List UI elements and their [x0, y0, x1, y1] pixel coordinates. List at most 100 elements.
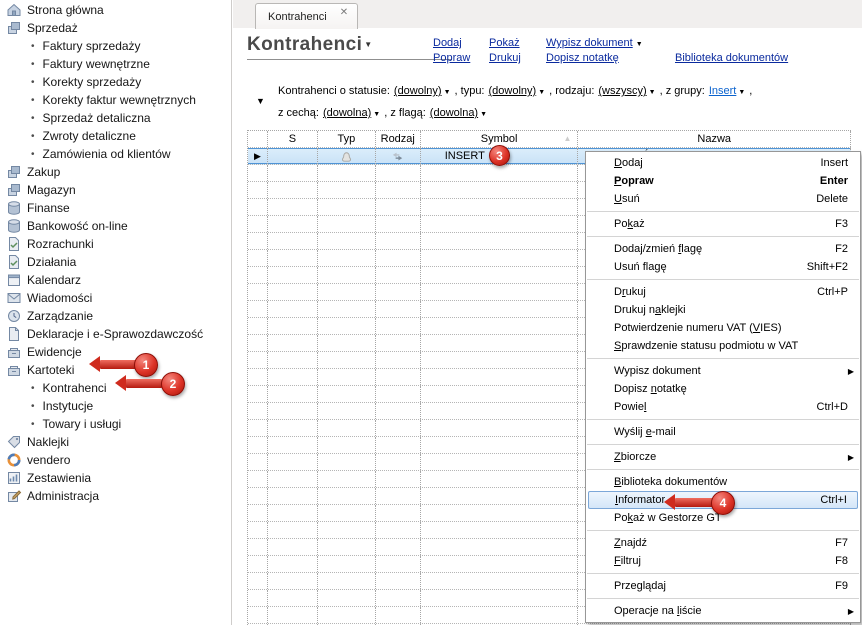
filter-dropdown-dowolna[interactable]: (dowolna) ▼	[430, 107, 487, 119]
sidebar-item-vendero[interactable]: vendero	[0, 451, 231, 469]
sidebar-item-label: Instytucje	[42, 399, 94, 413]
menu-item-informator[interactable]: Informator Ctrl+I	[588, 491, 858, 509]
menu-item-pokaz[interactable]: Pokaż F3	[586, 215, 860, 233]
chevron-down-icon: ▼	[373, 111, 381, 118]
menu-item-powiel[interactable]: Powiel Ctrl+D	[586, 398, 860, 416]
column-header-s[interactable]: S	[267, 131, 318, 147]
sidebar-item-sprzedaz[interactable]: Sprzedaż	[0, 19, 231, 37]
empty-cell	[268, 590, 318, 606]
sidebar-item-ewidencje[interactable]: Ewidencje	[0, 343, 231, 361]
empty-cell	[376, 420, 421, 436]
menu-item-drukuj-naklejki[interactable]: Drukuj naklejki	[586, 301, 860, 319]
toolbar-link-pokaz[interactable]: Pokaż	[489, 36, 546, 51]
menu-item-drukuj[interactable]: Drukuj Ctrl+P	[586, 283, 860, 301]
sidebar-item-zestawienia[interactable]: Zestawienia	[0, 469, 231, 487]
filter-dropdown-dowolny[interactable]: (dowolny) ▼	[394, 85, 451, 97]
empty-cell	[376, 250, 421, 266]
column-header-marker[interactable]	[248, 131, 268, 147]
menu-item-dodaj-zmien-flage[interactable]: Dodaj/zmień flagę F2	[586, 240, 860, 258]
column-header-typ[interactable]: Typ	[317, 131, 376, 147]
filter-dropdown-dowolny[interactable]: (dowolny) ▼	[489, 85, 546, 97]
filter-toggle-icon[interactable]: ▼	[256, 96, 265, 106]
column-header-rodzaj[interactable]: Rodzaj	[375, 131, 421, 147]
menu-item-zbiorcze[interactable]: Zbiorcze ▶	[586, 448, 860, 466]
sidebar-item-strona-glowna[interactable]: Strona główna	[0, 1, 231, 19]
menu-item-filtruj[interactable]: Filtruj F8	[586, 552, 860, 570]
page-title[interactable]: Kontrahenci ▼	[247, 34, 452, 60]
sidebar-item-korekty-sprzedazy[interactable]: • Korekty sprzedaży	[0, 73, 231, 91]
sidebar-item-zwroty-detaliczne[interactable]: • Zwroty detaliczne	[0, 127, 231, 145]
sidebar-item-kontrahenci[interactable]: • Kontrahenci	[0, 379, 231, 397]
sidebar-item-kartoteki[interactable]: Kartoteki	[0, 361, 231, 379]
sidebar-item-faktury-sprzedazy[interactable]: • Faktury sprzedaży	[0, 37, 231, 55]
sidebar-item-naklejki[interactable]: Naklejki	[0, 433, 231, 451]
empty-cell	[248, 199, 268, 215]
empty-cell	[248, 454, 268, 470]
filter-dropdown-dowolna[interactable]: (dowolna) ▼	[323, 107, 380, 119]
menu-item-pokaz-w-gestorze-gt[interactable]: Pokaż w Gestorze GT	[586, 509, 860, 527]
purchase-icon	[6, 164, 22, 180]
sidebar-item-faktury-wewnetrzne[interactable]: • Faktury wewnętrzne	[0, 55, 231, 73]
menu-item-popraw[interactable]: Popraw Enter	[586, 172, 860, 190]
sidebar-item-wiadomosci[interactable]: Wiadomości	[0, 289, 231, 307]
menu-item-wyslij-e-mail[interactable]: Wyślij e-mail	[586, 423, 860, 441]
sidebar-item-administracja[interactable]: Administracja	[0, 487, 231, 505]
toolbar-link-dodaj[interactable]: Dodaj	[433, 36, 489, 51]
chevron-down-icon: ▼	[648, 89, 656, 96]
menu-item-potwierdzenie-numeru-vat-vies[interactable]: Potwierdzenie numeru VAT (VIES)	[586, 319, 860, 337]
empty-cell	[376, 556, 421, 572]
sidebar-item-kalendarz[interactable]: Kalendarz	[0, 271, 231, 289]
menu-item-label: Powiel	[614, 401, 647, 413]
sidebar-item-towary-i-uslugi[interactable]: • Towary i usługi	[0, 415, 231, 433]
menu-item-usun[interactable]: Usuń Delete	[586, 190, 860, 208]
toolbar-link-popraw[interactable]: Popraw	[433, 51, 489, 66]
menu-item-przegladaj[interactable]: Przeglądaj F9	[586, 577, 860, 595]
filter-dropdown-insert[interactable]: Insert ▼	[709, 85, 745, 97]
menu-item-wypisz-dokument[interactable]: Wypisz dokument ▶	[586, 362, 860, 380]
sidebar-item-zamowienia-od-klientow[interactable]: • Zamówienia od klientów	[0, 145, 231, 163]
sidebar-item-magazyn[interactable]: Magazyn	[0, 181, 231, 199]
filter-dropdown-wszyscy[interactable]: (wszyscy) ▼	[598, 85, 655, 97]
menu-item-operacje-na-liscie[interactable]: Operacje na liście ▶	[586, 602, 860, 620]
sidebar-item-finanse[interactable]: Finanse	[0, 199, 231, 217]
empty-cell	[421, 607, 579, 623]
menu-item-znajdz[interactable]: Znajdź F7	[586, 534, 860, 552]
empty-cell	[421, 403, 579, 419]
column-header-symbol[interactable]: Symbol ▲	[420, 131, 579, 147]
menu-item-shortcut: Ctrl+P	[817, 286, 848, 298]
empty-cell	[421, 267, 579, 283]
toolbar-link-dopisz-notatke[interactable]: Dopisz notatkę	[546, 51, 675, 66]
toolbar-link-wypisz-dokument[interactable]: Wypisz dokument ▼	[546, 36, 675, 51]
sidebar-item-dzialania[interactable]: Działania	[0, 253, 231, 271]
sidebar-item-rozrachunki[interactable]: Rozrachunki	[0, 235, 231, 253]
empty-cell	[421, 369, 579, 385]
empty-cell	[248, 573, 268, 589]
sidebar-item-deklaracje-i-e-sprawozdawczosc[interactable]: Deklaracje i e-Sprawozdawczość	[0, 325, 231, 343]
menu-item-label: Znajdź	[614, 537, 648, 549]
menu-item-sprawdzenie-statusu-podmiotu-w-vat[interactable]: Sprawdzenie statusu podmiotu w VAT	[586, 337, 860, 355]
sidebar-item-bankowosc-on-line[interactable]: Bankowość on-line	[0, 217, 231, 235]
empty-cell	[421, 386, 579, 402]
menu-item-biblioteka-dokumentow[interactable]: Biblioteka dokumentów	[586, 473, 860, 491]
sidebar-item-sprzedaz-detaliczna[interactable]: • Sprzedaż detaliczna	[0, 109, 231, 127]
sidebar-item-korekty-faktur-wewnetrznych[interactable]: • Korekty faktur wewnętrznych	[0, 91, 231, 109]
toolbar-link-drukuj[interactable]: Drukuj	[489, 51, 546, 66]
empty-cell	[376, 522, 421, 538]
menu-item-usun-flage[interactable]: Usuń flagę Shift+F2	[586, 258, 860, 276]
close-icon[interactable]: ✕	[340, 7, 348, 18]
empty-cell	[268, 556, 318, 572]
column-header-nazwa[interactable]: Nazwa	[578, 131, 851, 147]
empty-cell	[318, 403, 376, 419]
tab-kontrahenci[interactable]: Kontrahenci ✕	[255, 3, 359, 29]
sidebar-item-label: Deklaracje i e-Sprawozdawczość	[27, 327, 204, 341]
menu-item-dodaj[interactable]: Dodaj Insert	[586, 154, 860, 172]
empty-cell	[318, 454, 376, 470]
sidebar-item-zarzadzanie[interactable]: Zarządzanie	[0, 307, 231, 325]
sidebar-item-label: Faktury wewnętrzne	[42, 57, 150, 71]
sidebar-item-instytucje[interactable]: • Instytucje	[0, 397, 231, 415]
sidebar-item-zakup[interactable]: Zakup	[0, 163, 231, 181]
empty-cell	[318, 352, 376, 368]
toolbar-link-biblioteka-dokumentow[interactable]: Biblioteka dokumentów	[675, 51, 788, 66]
empty-cell	[376, 454, 421, 470]
menu-item-dopisz-notatke[interactable]: Dopisz notatkę	[586, 380, 860, 398]
